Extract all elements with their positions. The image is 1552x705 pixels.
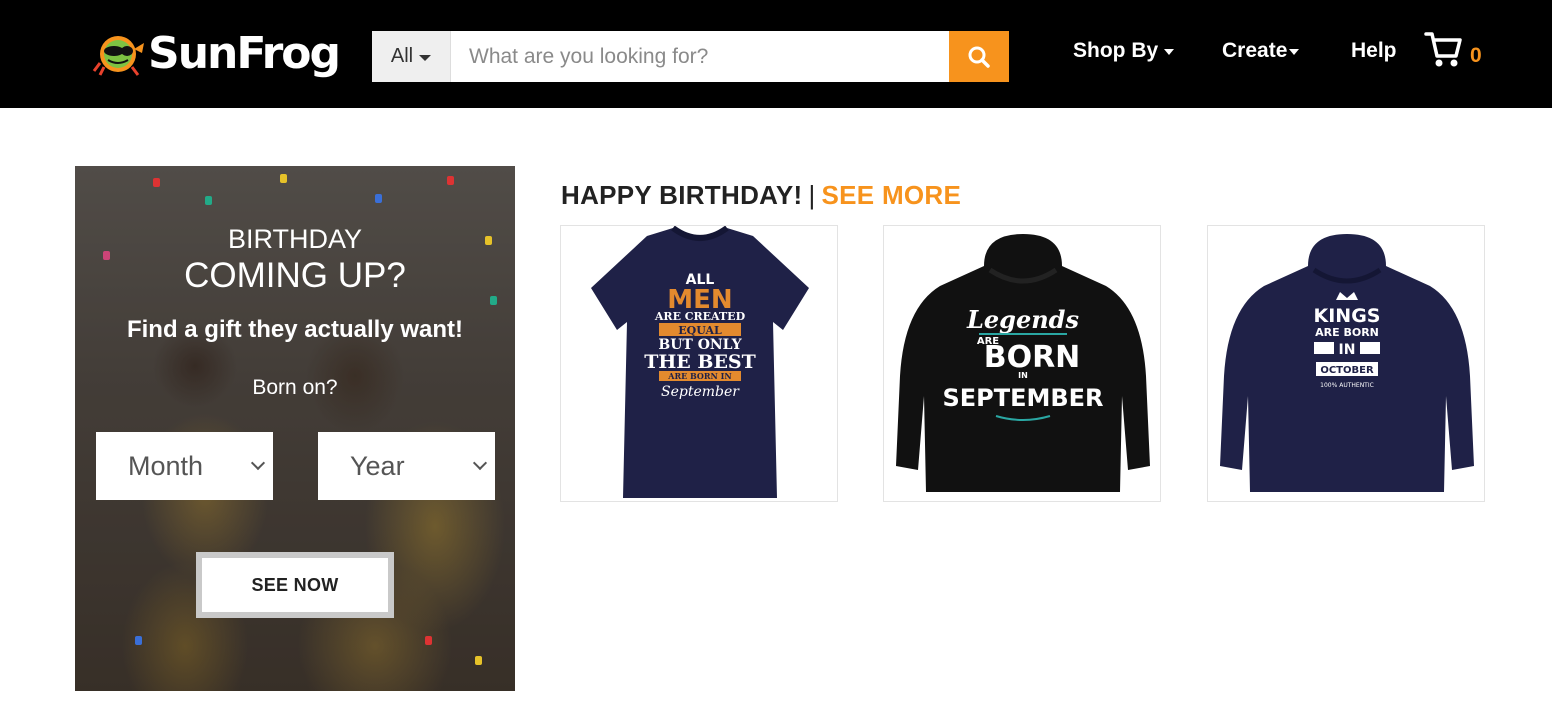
caret-down-icon: [1289, 49, 1300, 55]
print-text: September: [661, 384, 740, 400]
print-text: IN: [1018, 371, 1028, 380]
print-text: ARE CREATED: [654, 310, 746, 323]
promo-heading-line2: COMING UP?: [184, 256, 406, 295]
nav-help[interactable]: Help: [1351, 36, 1397, 66]
nav-create[interactable]: Create: [1222, 36, 1300, 66]
month-select-value: Month: [128, 450, 204, 481]
heading-separator: |: [808, 180, 816, 210]
print-text: BORN: [984, 340, 1081, 375]
search-icon: [968, 46, 990, 68]
top-navbar: SunFrog All Shop By Create Help 0: [0, 0, 1552, 108]
see-now-label: SEE NOW: [251, 574, 339, 595]
product-card[interactable]: KINGS ARE BORN IN OCTOBER 100% AUTHENTIC: [1207, 225, 1485, 502]
hoodie-product-image: Legends ARE BORN IN SEPTEMBER: [896, 234, 1150, 492]
print-text: IN: [1339, 342, 1356, 358]
promo-tagline: Find a gift they actually want!: [126, 316, 464, 343]
search-category-label: All: [390, 45, 414, 67]
see-more-link[interactable]: SEE MORE: [822, 180, 962, 210]
print-text: KINGS: [1314, 305, 1381, 327]
print-text: ARE BORN IN: [667, 371, 731, 381]
born-on-label: Born on?: [252, 376, 338, 399]
shopping-cart-icon: [1424, 32, 1462, 67]
print-text: OCTOBER: [1320, 365, 1374, 376]
print-text: SEPTEMBER: [942, 384, 1103, 412]
search-button[interactable]: [949, 31, 1009, 82]
product-card[interactable]: Legends ARE BORN IN SEPTEMBER: [883, 225, 1161, 502]
sunfrog-logo[interactable]: SunFrog: [92, 24, 341, 82]
nav-create-label: Create: [1222, 39, 1288, 62]
brand-name: SunFrog: [148, 27, 341, 79]
birthday-promo-panel: BIRTHDAY COMING UP? Find a gift they act…: [75, 166, 515, 691]
search-category-dropdown[interactable]: All: [372, 31, 451, 82]
year-select[interactable]: Year: [318, 432, 495, 500]
year-select-value: Year: [350, 450, 405, 481]
print-text: ARE BORN: [1315, 326, 1379, 339]
see-now-button[interactable]: SEE NOW: [196, 552, 394, 618]
month-select[interactable]: Month: [96, 432, 273, 500]
nav-shop-by-label: Shop By: [1073, 39, 1159, 62]
nav-help-label: Help: [1351, 39, 1397, 62]
nav-shop-by[interactable]: Shop By: [1073, 36, 1175, 66]
hoodie-product-image: KINGS ARE BORN IN OCTOBER 100% AUTHENTIC: [1220, 234, 1474, 492]
print-text: THE BEST: [644, 351, 756, 373]
print-text: EQUAL: [678, 324, 722, 337]
chevron-down-icon: [472, 455, 488, 471]
product-card[interactable]: ALL MEN ARE CREATED EQUAL BUT ONLY THE B…: [560, 225, 838, 502]
section-title: HAPPY BIRTHDAY!: [561, 180, 803, 210]
print-text: Legends: [966, 305, 1079, 334]
tshirt-product-image: ALL MEN ARE CREATED EQUAL BUT ONLY THE B…: [591, 226, 809, 498]
print-text: 100% AUTHENTIC: [1320, 382, 1374, 389]
promo-content: BIRTHDAY COMING UP? Find a gift they act…: [75, 166, 515, 691]
section-heading: HAPPY BIRTHDAY! | SEE MORE: [561, 180, 961, 211]
cart-button[interactable]: 0: [1424, 30, 1482, 70]
caret-down-icon: [419, 54, 432, 61]
cart-count: 0: [1470, 44, 1482, 67]
caret-down-icon: [1164, 49, 1175, 55]
chevron-down-icon: [250, 455, 266, 471]
frog-logo-icon: [92, 36, 144, 76]
promo-heading-line1: BIRTHDAY: [227, 224, 363, 254]
search-input[interactable]: [451, 31, 949, 82]
search-bar: All: [372, 31, 1009, 82]
